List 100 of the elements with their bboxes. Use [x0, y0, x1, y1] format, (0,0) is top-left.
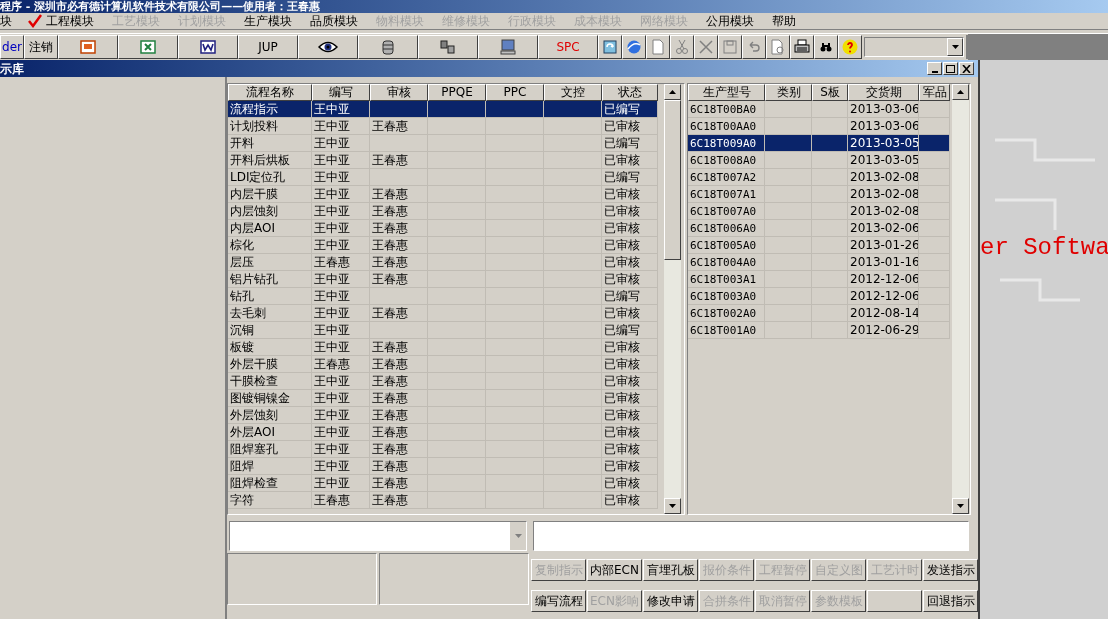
toolbar-button[interactable]: der — [0, 35, 24, 59]
action-button[interactable]: 发送指示 — [923, 559, 978, 581]
column-header[interactable]: 流程名称 — [228, 84, 312, 101]
scrollbar[interactable] — [952, 84, 969, 514]
table-row[interactable]: 阻焊塞孔 王中亚 王春惠 已审核 — [228, 441, 658, 458]
table-row[interactable]: 内层AOI 王中亚 王春惠 已审核 — [228, 220, 658, 237]
action-button[interactable]: 回退指示 — [923, 589, 978, 612]
text-field[interactable] — [533, 521, 969, 551]
table-cell: 王中亚 — [314, 340, 350, 354]
menu-item[interactable]: 块 — [0, 12, 18, 30]
column-header[interactable]: 状态 — [602, 84, 658, 101]
toolbar-button[interactable] — [622, 35, 646, 59]
table-row[interactable]: LDI定位孔 王中亚 已编写 — [228, 169, 658, 186]
toolbar-button[interactable] — [478, 35, 538, 59]
column-header[interactable]: 生产型号 — [688, 84, 765, 101]
column-header[interactable]: 审核 — [370, 84, 428, 101]
table-row[interactable]: 6C18T007A0 2013-02-08 — [688, 203, 950, 220]
toolbar-button[interactable] — [694, 35, 718, 59]
toolbar-button[interactable] — [670, 35, 694, 59]
table-row[interactable]: 板镀 王中亚 王春惠 已审核 — [228, 339, 658, 356]
toolbar-button[interactable]: JUP — [238, 35, 298, 59]
table-row[interactable]: 沉铜 王中亚 已编写 — [228, 322, 658, 339]
toolbar-button[interactable] — [298, 35, 358, 59]
toolbar-button[interactable] — [838, 35, 862, 59]
table-row[interactable]: 开料后烘板 王中亚 王春惠 已审核 — [228, 152, 658, 169]
column-header[interactable]: 军品 — [919, 84, 950, 101]
toolbar-button[interactable] — [790, 35, 814, 59]
toolbar-button[interactable] — [646, 35, 670, 59]
table-cell: 2013-03-05 — [850, 153, 918, 167]
table-row[interactable]: 外层蚀刻 王中亚 王春惠 已审核 — [228, 407, 658, 424]
toolbar-button[interactable] — [358, 35, 418, 59]
column-header[interactable]: 文控 — [544, 84, 602, 101]
close-button[interactable] — [959, 62, 974, 75]
table-row[interactable]: 图镀铜镍金 王中亚 王春惠 已审核 — [228, 390, 658, 407]
table-row[interactable]: 计划投料 王中亚 王春惠 已审核 — [228, 118, 658, 135]
table-row[interactable]: 钻孔 王中亚 已编写 — [228, 288, 658, 305]
table-cell: 王中亚 — [314, 221, 350, 235]
menu-item[interactable]: 生产模块 — [236, 12, 300, 30]
table-cell: 6C18T008A0 — [690, 154, 757, 167]
column-header[interactable]: PPQE — [428, 84, 486, 101]
table-cell: 6C18T00AA0 — [690, 120, 757, 133]
action-button[interactable]: 盲埋孔板 — [643, 559, 698, 581]
table-row[interactable]: 棕化 王中亚 王春惠 已审核 — [228, 237, 658, 254]
column-header[interactable]: PPC — [486, 84, 544, 101]
combobox[interactable] — [229, 521, 527, 551]
column-header[interactable]: 编写 — [312, 84, 370, 101]
toolbar-button[interactable] — [58, 35, 118, 59]
table-row[interactable]: 字符 王春惠 王春惠 已审核 — [228, 492, 658, 509]
table-row[interactable]: 层压 王春惠 王春惠 已审核 — [228, 254, 658, 271]
minimize-button[interactable] — [927, 62, 942, 75]
action-button[interactable]: 编写流程 — [531, 589, 586, 612]
toolbar-button[interactable] — [418, 35, 478, 59]
print-preview-icon — [770, 39, 786, 55]
table-row[interactable]: 铝片钻孔 王中亚 王春惠 已审核 — [228, 271, 658, 288]
table-cell: 王中亚 — [314, 425, 350, 439]
table-row[interactable]: 流程指示 王中亚 已编写 — [228, 101, 658, 118]
table-row[interactable]: 外层AOI 王中亚 王春惠 已审核 — [228, 424, 658, 441]
table-cell: 王中亚 — [314, 391, 350, 405]
table-row[interactable]: 6C18T009A0 2013-03-05 — [688, 135, 950, 152]
menu-item[interactable]: 品质模块 — [302, 12, 366, 30]
table-row[interactable]: 6C18T007A2 2013-02-08 — [688, 169, 950, 186]
toolbar-button[interactable] — [766, 35, 790, 59]
column-header[interactable]: S板 — [812, 84, 848, 101]
toolbar-button[interactable] — [814, 35, 838, 59]
toolbar-button[interactable]: 注销 — [24, 35, 58, 59]
toolbar-combobox[interactable] — [864, 37, 964, 57]
scrollbar[interactable] — [664, 84, 681, 514]
scroll-thumb[interactable] — [664, 100, 681, 260]
table-row[interactable]: 去毛刺 王中亚 王春惠 已审核 — [228, 305, 658, 322]
table-row[interactable]: 内层干膜 王中亚 王春惠 已审核 — [228, 186, 658, 203]
menu-item[interactable]: 帮助 — [764, 12, 804, 30]
table-cell: 王中亚 — [314, 374, 350, 388]
table-row[interactable]: 阻焊 王中亚 王春惠 已审核 — [228, 458, 658, 475]
table-row[interactable]: 开料 王中亚 已编写 — [228, 135, 658, 152]
table-cell: 已审核 — [604, 153, 640, 167]
table-row[interactable]: 6C18T007A1 2013-02-08 — [688, 186, 950, 203]
menu-item[interactable]: 公用模块 — [698, 12, 762, 30]
window-title: 示库 — [0, 60, 24, 78]
action-button[interactable]: 内部ECN — [587, 559, 642, 581]
table-row[interactable]: 阻焊检查 王中亚 王春惠 已审核 — [228, 475, 658, 492]
toolbar-button[interactable] — [598, 35, 622, 59]
table-row[interactable]: 干膜检查 王中亚 王春惠 已审核 — [228, 373, 658, 390]
maximize-button[interactable] — [943, 62, 958, 75]
toolbar-button[interactable] — [742, 35, 766, 59]
action-button[interactable]: 修改申请 — [643, 589, 698, 612]
table-row[interactable]: 6C18T008A0 2013-03-05 — [688, 152, 950, 169]
table-cell: 王中亚 — [314, 136, 350, 150]
column-header[interactable]: 交货期 — [848, 84, 919, 101]
table-row[interactable]: 6C18T001A0 2012-06-29 — [688, 322, 950, 339]
column-header[interactable]: 类别 — [765, 84, 812, 101]
toolbar-button[interactable] — [718, 35, 742, 59]
table-cell: 已审核 — [604, 493, 640, 507]
menu-item[interactable]: 工程模块 — [20, 12, 102, 30]
blank-button[interactable] — [867, 589, 922, 612]
toolbar-button[interactable] — [118, 35, 178, 59]
table-row[interactable]: 外层干膜 王春惠 王春惠 已审核 — [228, 356, 658, 373]
table-cell: 王春惠 — [372, 272, 408, 286]
table-row[interactable]: 内层蚀刻 王中亚 王春惠 已审核 — [228, 203, 658, 220]
toolbar-button[interactable] — [178, 35, 238, 59]
presentation-icon — [80, 39, 96, 55]
